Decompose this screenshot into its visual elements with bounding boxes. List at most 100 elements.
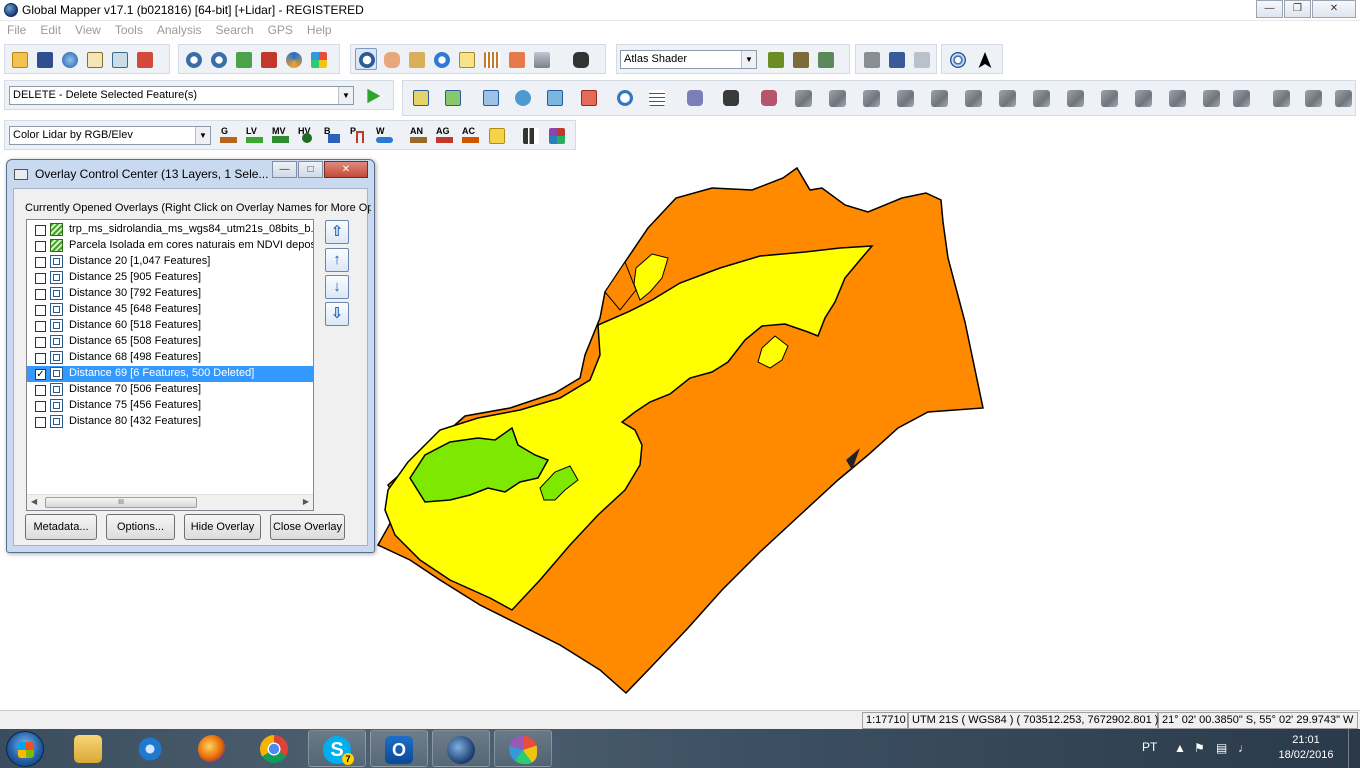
annotate-button[interactable]: AN	[407, 124, 429, 146]
print-button[interactable]	[83, 48, 105, 70]
menu-edit[interactable]: Edit	[33, 21, 68, 40]
zoom-to-layer-button[interactable]	[232, 48, 254, 70]
menu-file[interactable]: File	[0, 21, 33, 40]
scroll-right-icon[interactable]: ▶	[303, 497, 309, 506]
path-profile-button[interactable]	[455, 48, 477, 70]
taskbar-internet-explorer[interactable]	[122, 730, 180, 767]
overlay-row[interactable]: Distance 20 [1,047 Features]	[27, 254, 313, 270]
overlay-checkbox[interactable]	[35, 321, 46, 332]
overlay-row[interactable]: Distance 60 [518 Features]	[27, 318, 313, 334]
lidar-mid-veg-button[interactable]: MV	[269, 124, 291, 146]
lidar-profile-button[interactable]	[519, 124, 541, 146]
overlay-checkbox[interactable]	[35, 401, 46, 412]
overlay-row[interactable]: Distance 45 [648 Features]	[27, 302, 313, 318]
annotate-class-button[interactable]: AC	[459, 124, 481, 146]
move-down-button[interactable]: ↓	[325, 275, 349, 299]
lidar-filter-button[interactable]	[485, 124, 507, 146]
edit-tool-12-button[interactable]	[791, 86, 817, 112]
menu-search[interactable]: Search	[209, 21, 261, 40]
select-button[interactable]	[910, 48, 932, 70]
digitizer-tool-select[interactable]: DELETE - Delete Selected Feature(s) ▼	[9, 86, 354, 105]
network-icon[interactable]: ▤	[1216, 741, 1227, 755]
edit-tool-25-button[interactable]	[1229, 86, 1255, 112]
save-button[interactable]	[33, 48, 55, 70]
lidar-low-veg-button[interactable]: LV	[243, 124, 265, 146]
taskbar-chrome[interactable]	[246, 730, 304, 767]
edit-tool-18-button[interactable]	[995, 86, 1021, 112]
start-button[interactable]	[6, 731, 44, 767]
move-up-button[interactable]: ↑	[325, 248, 349, 272]
edit-tool-28-button[interactable]	[1331, 86, 1353, 112]
taskbar-skype[interactable]: S 7	[308, 730, 366, 767]
overlay-checkbox[interactable]	[35, 273, 46, 284]
overlay-checkbox[interactable]	[35, 289, 46, 300]
menu-gps[interactable]: GPS	[261, 21, 300, 40]
metadata-button[interactable]: Metadata...	[25, 514, 97, 540]
refresh-button[interactable]	[282, 48, 304, 70]
overlay-list[interactable]: trp_ms_sidrolandia_ms_wgs84_utm21s_08bit…	[26, 219, 314, 511]
lidar-color-select[interactable]: Color Lidar by RGB/Elev ▼	[9, 126, 211, 145]
overlay-row[interactable]: Distance 65 [508 Features]	[27, 334, 313, 350]
occ-maximize-button[interactable]: □	[298, 161, 323, 178]
menu-view[interactable]: View	[68, 21, 108, 40]
menu-tools[interactable]: Tools	[108, 21, 150, 40]
edit-tool-21-button[interactable]	[1097, 86, 1123, 112]
overlay-row[interactable]: Distance 80 [432 Features]	[27, 414, 313, 430]
taskbar-global-mapper[interactable]	[432, 730, 490, 767]
minimize-button[interactable]: —	[1256, 0, 1283, 18]
overlay-checkbox[interactable]	[35, 385, 46, 396]
lidar-building-button[interactable]: B	[321, 124, 343, 146]
taskbar-file-explorer[interactable]	[60, 730, 118, 767]
show-desktop-button[interactable]	[1348, 729, 1360, 768]
overlay-row[interactable]: Distance 70 [506 Features]	[27, 382, 313, 398]
edit-tool-7-button[interactable]	[613, 86, 639, 112]
taskbar-firefox[interactable]	[184, 730, 242, 767]
edit-tool-17-button[interactable]	[961, 86, 987, 112]
edit-tool-26-button[interactable]	[1269, 86, 1295, 112]
lidar-high-veg-button[interactable]: HV	[295, 124, 317, 146]
overlay-checkbox[interactable]	[35, 241, 46, 252]
taskbar-outlook[interactable]: O	[370, 730, 428, 767]
flag-button[interactable]	[860, 48, 882, 70]
edit-tool-19-button[interactable]	[1029, 86, 1055, 112]
overlay-row[interactable]: trp_ms_sidrolandia_ms_wgs84_utm21s_08bit…	[27, 222, 313, 238]
zoom-in-button[interactable]	[182, 48, 204, 70]
edit-tool-6-button[interactable]	[577, 86, 603, 112]
close-button[interactable]: ✕	[1312, 0, 1356, 18]
edit-tool-3-button[interactable]	[479, 86, 505, 112]
lidar-ground-button[interactable]: G	[217, 124, 239, 146]
scroll-left-icon[interactable]: ◀	[31, 497, 37, 506]
3d-view-button[interactable]	[530, 48, 552, 70]
edit-tool-15-button[interactable]	[893, 86, 919, 112]
edit-tool-24-button[interactable]	[1199, 86, 1225, 112]
measure-tool-button[interactable]	[405, 48, 427, 70]
layout-view-button[interactable]	[885, 48, 907, 70]
edit-tool-27-button[interactable]	[1301, 86, 1327, 112]
edit-tool-13-button[interactable]	[825, 86, 851, 112]
view-shed-button[interactable]	[480, 48, 502, 70]
move-to-bottom-button[interactable]: ⇩	[325, 302, 349, 326]
gps-center-button[interactable]	[946, 48, 968, 70]
overlay-checkbox[interactable]	[35, 257, 46, 268]
run-tool-button[interactable]	[361, 84, 383, 106]
digitizer-button[interactable]	[505, 48, 527, 70]
edit-tool-5-button[interactable]	[543, 86, 569, 112]
edit-tool-10-button[interactable]	[719, 86, 745, 112]
lidar-powerline-button[interactable]: P	[347, 124, 369, 146]
scroll-thumb[interactable]: III	[45, 497, 197, 508]
overlay-list-hscrollbar[interactable]: ◀ III ▶	[27, 494, 313, 510]
overlay-row[interactable]: Distance 68 [498 Features]	[27, 350, 313, 366]
web-data-button[interactable]	[58, 48, 80, 70]
edit-tool-1-button[interactable]	[409, 86, 435, 112]
overlay-row[interactable]: Parcela Isolada em cores naturais em NDV…	[27, 238, 313, 254]
overlay-checkbox[interactable]	[35, 417, 46, 428]
edit-tool-22-button[interactable]	[1131, 86, 1157, 112]
layout-button[interactable]	[307, 48, 329, 70]
overlay-checkbox[interactable]	[35, 353, 46, 364]
occ-close-button[interactable]: ✕	[324, 161, 368, 178]
language-indicator[interactable]: PT	[1142, 740, 1157, 754]
edit-tool-23-button[interactable]	[1165, 86, 1191, 112]
occ-minimize-button[interactable]: —	[272, 161, 297, 178]
north-arrow-button[interactable]	[973, 48, 995, 70]
edit-tool-20-button[interactable]	[1063, 86, 1089, 112]
